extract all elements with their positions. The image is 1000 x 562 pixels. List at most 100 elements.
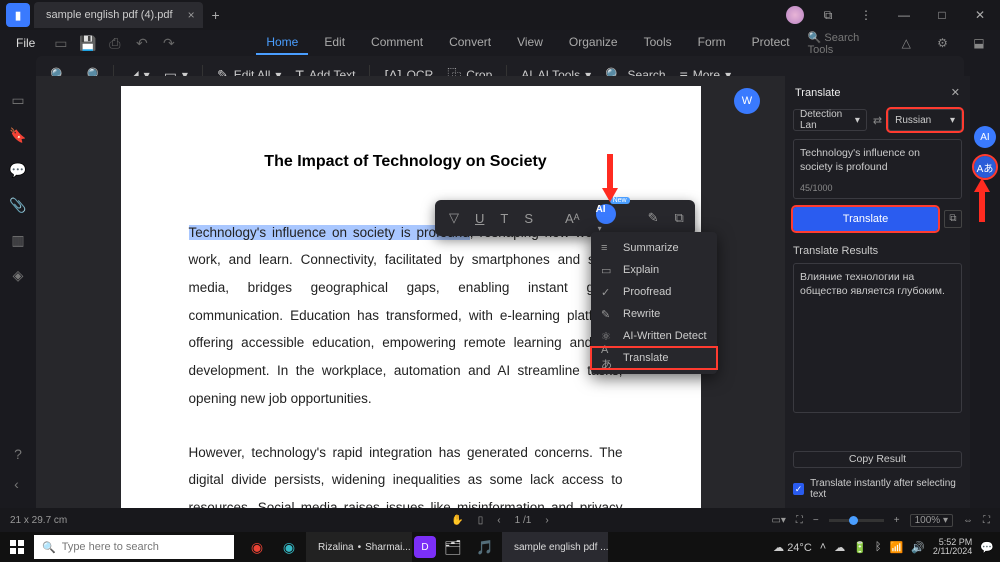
fields-icon[interactable]: ▥	[11, 232, 24, 249]
results-label: Translate Results	[785, 239, 970, 263]
translate-rail-icon[interactable]: Aあ	[974, 156, 996, 178]
copy-input-icon[interactable]: ⧉	[944, 210, 962, 228]
user-avatar[interactable]	[786, 6, 804, 24]
font-size-icon[interactable]: Aᴬ	[565, 211, 580, 226]
taskbar-teams[interactable]: Rizalina • Sharmai...	[306, 532, 412, 562]
settings-icon[interactable]: ⚙	[929, 31, 955, 55]
share-icon[interactable]: △	[893, 31, 919, 55]
tray-wifi-icon[interactable]: 📶	[890, 541, 904, 554]
right-rail: AI Aあ	[970, 76, 1000, 178]
search-tools[interactable]: 🔍 Search Tools	[808, 31, 883, 56]
new-tab-button[interactable]: +	[203, 2, 229, 28]
char-count: 45/1000	[800, 182, 833, 194]
layers-icon[interactable]: ◈	[13, 267, 24, 284]
instant-translate-checkbox[interactable]: ✓ Translate instantly after selecting te…	[785, 474, 970, 508]
save-icon[interactable]: 💾	[78, 35, 97, 52]
tab-tools[interactable]: Tools	[634, 31, 682, 55]
file-menu[interactable]: File	[8, 34, 43, 52]
thumbnails-icon[interactable]: ▭	[11, 92, 24, 109]
prev-page-icon[interactable]: ‹	[497, 515, 500, 526]
attachments-icon[interactable]: 📎	[9, 197, 26, 214]
next-page-icon[interactable]: ›	[545, 515, 548, 526]
help-icon[interactable]: ?	[14, 446, 22, 462]
tray-chevron-icon[interactable]: ˄	[820, 541, 826, 553]
collaborator-badge[interactable]: W	[734, 88, 760, 114]
source-language-select[interactable]: Detection Lan▾	[793, 109, 867, 131]
ai-dropdown-button[interactable]: AI▾ New	[596, 204, 616, 233]
redo-icon[interactable]: ↷	[159, 35, 178, 52]
copy-icon[interactable]: ⧉	[674, 210, 683, 226]
copy-result-button[interactable]: Copy Result	[793, 451, 962, 468]
strikethrough-icon[interactable]: S	[524, 211, 533, 226]
comments-icon[interactable]: 💬	[9, 162, 26, 179]
taskbar-chrome-icon[interactable]: ◉	[242, 532, 272, 562]
tray-sound-icon[interactable]: 🔊	[911, 541, 925, 554]
taskbar-edge-icon[interactable]: ◉	[274, 532, 304, 562]
swap-languages-icon[interactable]: ⇄	[873, 114, 882, 127]
print-icon[interactable]: ⎙	[105, 35, 124, 52]
open-icon[interactable]: ▭	[51, 35, 70, 52]
taskbar-search[interactable]: 🔍 Type here to search	[34, 535, 234, 559]
ai-assistant-icon[interactable]: AI	[974, 126, 996, 148]
tray-bluetooth-icon[interactable]: ᛒ	[875, 541, 882, 553]
window-kebab-icon[interactable]: ⋮	[852, 3, 880, 27]
target-language-select[interactable]: Russian▾	[888, 109, 962, 131]
highlight-icon[interactable]: ▽	[449, 210, 459, 226]
tab-title: sample english pdf (4).pdf	[46, 9, 173, 21]
window-detach-icon[interactable]: ⧉	[814, 3, 842, 27]
menu-summarize[interactable]: ≡Summarize	[591, 237, 717, 259]
menu-proofread[interactable]: ✓Proofread	[591, 281, 717, 303]
panel-close-icon[interactable]: ✕	[951, 86, 960, 99]
text-icon[interactable]: T	[500, 211, 508, 226]
page-indicator[interactable]: 1 /1	[515, 515, 532, 526]
weather-widget[interactable]: ☁ 24°C	[773, 541, 812, 554]
select-tool-icon[interactable]: ▯	[478, 515, 484, 526]
tab-convert[interactable]: Convert	[439, 31, 501, 55]
selection-toolbar: ▽ U T S Aᴬ AI▾ New ✎ ⧉	[435, 200, 695, 236]
window-maximize-icon[interactable]: □	[928, 3, 956, 27]
taskbar-pdfelement[interactable]: sample english pdf ...	[502, 532, 608, 562]
view-mode-icon[interactable]: ▭▾	[771, 515, 785, 526]
taskbar-explorer-icon[interactable]: 🗂	[438, 532, 468, 562]
translate-button[interactable]: Translate	[793, 207, 938, 231]
hand-tool-icon[interactable]: ✋	[451, 515, 463, 526]
edit-icon[interactable]: ✎	[648, 210, 659, 226]
menu-explain[interactable]: ▭Explain	[591, 259, 717, 281]
tab-view[interactable]: View	[507, 31, 553, 55]
menu-rewrite[interactable]: ✎Rewrite	[591, 303, 717, 325]
menu-translate[interactable]: AあTranslate	[591, 347, 717, 369]
tray-battery-icon[interactable]: 🔋	[853, 541, 867, 554]
tab-organize[interactable]: Organize	[559, 31, 628, 55]
bookmarks-icon[interactable]: 🔖	[9, 127, 26, 144]
windows-taskbar: 🔍 Type here to search ◉ ◉ Rizalina • Sha…	[0, 532, 1000, 562]
start-button[interactable]	[0, 532, 34, 562]
taskbar-app-d[interactable]: D	[414, 536, 436, 558]
translate-input[interactable]: Technology's influence on society is pro…	[793, 139, 962, 199]
tab-protect[interactable]: Protect	[742, 31, 800, 55]
reading-mode-icon[interactable]: ⛶	[796, 515, 803, 526]
tab-comment[interactable]: Comment	[361, 31, 433, 55]
zoom-in-status-icon[interactable]: +	[894, 515, 900, 526]
annotation-arrow-2	[972, 178, 992, 222]
window-close-icon[interactable]: ✕	[966, 3, 994, 27]
fullscreen-icon[interactable]: ⛶	[983, 515, 990, 526]
zoom-out-status-icon[interactable]: −	[813, 515, 819, 526]
taskbar-music-icon[interactable]: 🎵	[470, 532, 500, 562]
tab-close-icon[interactable]: ×	[188, 8, 195, 22]
zoom-value[interactable]: 100% ▾	[910, 514, 953, 527]
zoom-slider[interactable]	[829, 519, 884, 522]
tab-edit[interactable]: Edit	[314, 31, 355, 55]
window-minimize-icon[interactable]: —	[890, 3, 918, 27]
tab-form[interactable]: Form	[688, 31, 736, 55]
document-tab[interactable]: sample english pdf (4).pdf ×	[34, 2, 203, 28]
highlighted-text[interactable]: Technology's influence on society is pro…	[189, 225, 470, 240]
undo-icon[interactable]: ↶	[132, 35, 151, 52]
underline-icon[interactable]: U	[475, 211, 484, 226]
tray-onedrive-icon[interactable]: ☁	[834, 541, 845, 554]
fit-width-icon[interactable]: ⇔	[963, 515, 973, 526]
collapse-icon[interactable]: ‹	[14, 476, 22, 492]
tray-clock[interactable]: 5:52 PM2/11/2024	[933, 538, 972, 557]
tray-notifications-icon[interactable]: 💬	[980, 541, 994, 554]
tab-home[interactable]: Home	[256, 31, 308, 55]
panel-toggle-icon[interactable]: ⬓	[966, 31, 992, 55]
